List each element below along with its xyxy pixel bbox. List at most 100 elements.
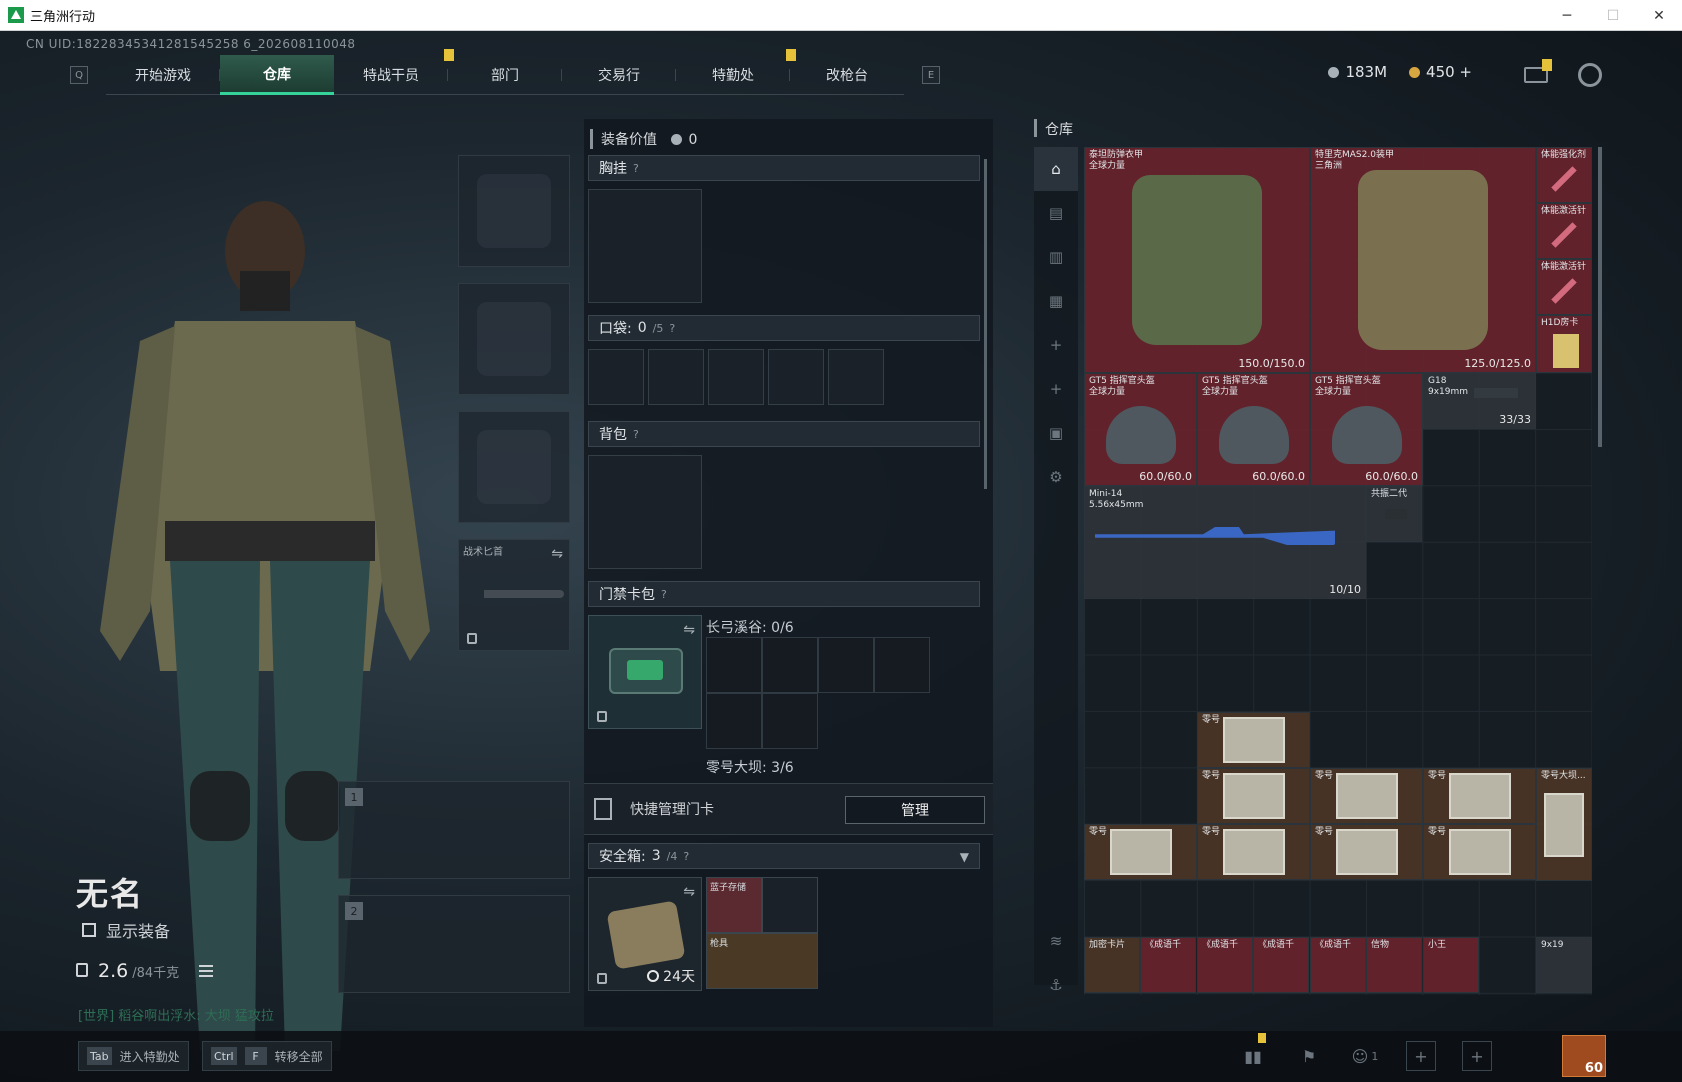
keycard-case-slot[interactable]: ⇋: [588, 615, 702, 729]
warehouse-tab-icon[interactable]: ▦: [1034, 279, 1078, 323]
help-icon[interactable]: ?: [633, 162, 639, 175]
invite-slot-button[interactable]: +: [1406, 1041, 1436, 1071]
primary-weapon-slot[interactable]: 1: [338, 781, 570, 879]
backpack-slot[interactable]: [588, 455, 702, 569]
equipment-scrollbar[interactable]: [984, 159, 987, 489]
card-slot[interactable]: [706, 637, 762, 693]
bottom-row-item[interactable]: 加密卡片: [1084, 937, 1140, 993]
nav-left-key[interactable]: Q: [70, 66, 88, 84]
stats-icon[interactable]: ▮▮: [1238, 1033, 1268, 1071]
add-tab-icon[interactable]: +: [1034, 323, 1078, 367]
settings-icon[interactable]: ⚙: [1034, 455, 1078, 499]
safebox-slot[interactable]: ⇋ 24天: [588, 877, 702, 991]
gold-currency[interactable]: 450 +: [1409, 63, 1472, 81]
help-icon[interactable]: ?: [669, 322, 675, 335]
ammo-item[interactable]: 9x19: [1536, 937, 1592, 993]
map-item[interactable]: 零号: [1197, 824, 1310, 880]
tab-special-ops[interactable]: 特勤处: [676, 49, 796, 95]
tab-start-game[interactable]: 开始游戏: [106, 55, 220, 95]
invite-slot-button[interactable]: +: [1462, 1041, 1492, 1071]
map-item[interactable]: 零号: [1423, 768, 1536, 824]
chest-rig-slot[interactable]: [588, 189, 702, 303]
card-slot[interactable]: [818, 637, 874, 693]
nav-right-key[interactable]: E: [922, 66, 940, 84]
map-item[interactable]: 零号: [1310, 768, 1423, 824]
tab-department[interactable]: 部门: [448, 55, 562, 95]
lock-icon[interactable]: ▣: [1034, 411, 1078, 455]
helmet-slot[interactable]: [458, 155, 570, 267]
minimize-button[interactable]: ─: [1544, 0, 1590, 31]
scope-item[interactable]: 共振二代: [1366, 486, 1422, 542]
pocket-slot[interactable]: [588, 349, 644, 405]
tab-gunsmith[interactable]: 改枪台: [790, 55, 904, 95]
mail-icon[interactable]: [1524, 59, 1552, 83]
show-equipment-checkbox[interactable]: [82, 923, 96, 937]
safebox-empty-cell[interactable]: [762, 877, 818, 933]
swap-icon[interactable]: ⇋: [551, 546, 563, 562]
tab-operators[interactable]: 特战干员: [334, 49, 454, 95]
rifle-item[interactable]: Mini-14 5.56x45mm 10/10: [1084, 486, 1366, 599]
syringe-item[interactable]: 体能强化剂: [1536, 147, 1592, 203]
pocket-slot[interactable]: [828, 349, 884, 405]
pocket-slot[interactable]: [768, 349, 824, 405]
helmet-item[interactable]: GT5 指挥官头盔 全球力量 60.0/60.0: [1310, 373, 1423, 486]
map-item[interactable]: 零号大坝...: [1536, 768, 1592, 881]
safebox-item-gold[interactable]: 枪具: [706, 933, 818, 989]
warehouse-home-icon[interactable]: ⌂: [1034, 147, 1078, 191]
card-slot[interactable]: [874, 637, 930, 693]
swap-icon[interactable]: ⇋: [683, 622, 695, 638]
secondary-weapon-slot[interactable]: 2: [338, 895, 570, 993]
transfer-all-button[interactable]: Ctrl F 转移全部: [202, 1041, 332, 1071]
pistol-item[interactable]: G18 9x19mm 33/33: [1423, 373, 1536, 429]
sort-icon[interactable]: ⚓: [1034, 963, 1078, 1007]
card-slot[interactable]: [762, 693, 818, 749]
map-item[interactable]: 零号: [1197, 712, 1310, 768]
syringe-item[interactable]: 体能激活针: [1536, 259, 1592, 315]
melee-slot[interactable]: 战术匕首 ⇋: [458, 539, 570, 651]
bottom-row-item[interactable]: 《成语千: [1197, 937, 1253, 993]
settings-gear-icon[interactable]: [1578, 63, 1602, 87]
help-icon[interactable]: ?: [661, 588, 667, 601]
pistol-slot[interactable]: [458, 411, 570, 523]
help-icon[interactable]: ?: [633, 428, 639, 441]
manage-button[interactable]: 管理: [845, 796, 985, 824]
armor-slot[interactable]: [458, 283, 570, 395]
card-slot[interactable]: [762, 637, 818, 693]
syringe-item[interactable]: 体能激活针: [1536, 203, 1592, 259]
warehouse-tab-icon[interactable]: ▤: [1034, 191, 1078, 235]
world-chat-line[interactable]: [世界] 稻谷啊出浮水: 大坝 猛攻拉: [78, 1005, 274, 1024]
safebox-item-storage[interactable]: 蓝子存储: [706, 877, 762, 933]
bottom-row-item[interactable]: 《成语千: [1253, 937, 1309, 993]
pin-icon[interactable]: ▼: [960, 850, 969, 864]
show-equipment-toggle[interactable]: 显示装备: [82, 918, 170, 942]
swap-icon[interactable]: ⇋: [683, 884, 695, 900]
armor-item[interactable]: 泰坦防弹衣甲 全球力量 150.0/150.0: [1084, 147, 1310, 373]
tab-trading[interactable]: 交易行: [562, 55, 676, 95]
help-icon[interactable]: ?: [683, 850, 689, 863]
pocket-slot[interactable]: [708, 349, 764, 405]
bottom-row-item[interactable]: 信物: [1366, 937, 1422, 993]
map-item[interactable]: 零号: [1197, 768, 1310, 824]
stack-icon[interactable]: ≋: [1034, 919, 1078, 963]
bottom-row-item[interactable]: 小王: [1423, 937, 1479, 993]
map-item[interactable]: 零号: [1084, 824, 1197, 880]
maximize-button[interactable]: ☐: [1590, 0, 1636, 31]
map-item[interactable]: 零号: [1423, 824, 1536, 880]
bottom-row-item[interactable]: 《成语千: [1310, 937, 1366, 993]
tab-warehouse[interactable]: 仓库: [220, 55, 334, 95]
close-button[interactable]: ✕: [1636, 0, 1682, 31]
bottom-row-item[interactable]: 《成语千: [1140, 937, 1196, 993]
squad-icon[interactable]: ☺ 1: [1350, 1041, 1380, 1071]
helmet-item[interactable]: GT5 指挥官头盔 全球力量 60.0/60.0: [1084, 373, 1197, 486]
player-avatar[interactable]: 60: [1562, 1035, 1606, 1077]
enter-special-ops-button[interactable]: Tab 进入特勤处: [78, 1041, 189, 1071]
helmet-item[interactable]: GT5 指挥官头盔 全球力量 60.0/60.0: [1197, 373, 1310, 486]
map-item[interactable]: 零号: [1310, 824, 1423, 880]
add-tab-icon[interactable]: +: [1034, 367, 1078, 411]
armor-item[interactable]: 特里克MAS2.0装甲 三角洲 125.0/125.0: [1310, 147, 1536, 373]
weight-list-icon[interactable]: [199, 965, 214, 977]
pocket-slot[interactable]: [648, 349, 704, 405]
room-card-item[interactable]: H1D房卡: [1536, 315, 1592, 373]
warehouse-tab-icon[interactable]: ▥: [1034, 235, 1078, 279]
flag-icon[interactable]: ⚑: [1294, 1041, 1324, 1071]
